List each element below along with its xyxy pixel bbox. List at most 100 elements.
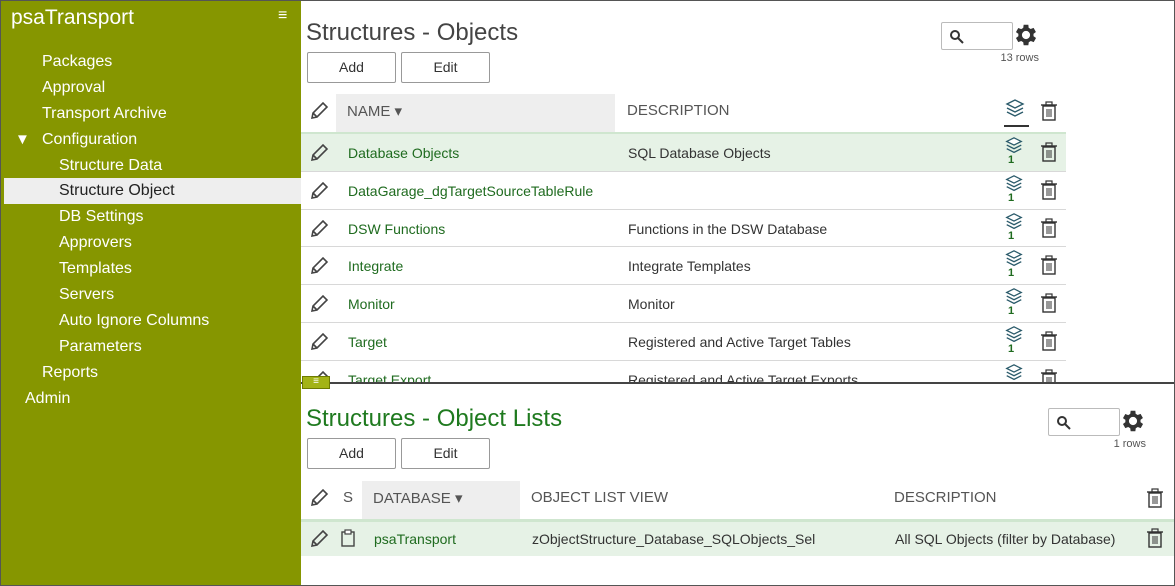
sidebar-item-structure-object[interactable]: Structure Object (4, 178, 301, 205)
edit-column-icon (310, 101, 329, 120)
object-lists-edit-button[interactable]: Edit (401, 438, 490, 469)
layer-count: 1 (1008, 267, 1015, 280)
layers-icon[interactable] (1004, 325, 1024, 345)
app-title: psaTransport (11, 6, 134, 29)
row-name-link[interactable]: DSW Functions (348, 221, 445, 237)
layer-count: 1 (1008, 229, 1015, 242)
table-row[interactable]: DSW Functions Functions in the DSW Datab… (301, 210, 1066, 248)
sidebar-item-admin[interactable]: Admin (1, 386, 301, 412)
splitter-grip-icon[interactable]: ≡ (302, 376, 330, 389)
row-database-link[interactable]: psaTransport (374, 531, 456, 547)
objects-add-button[interactable]: Add (307, 52, 396, 83)
edit-pencil-icon[interactable] (308, 331, 330, 353)
row-name-link[interactable]: Database Objects (348, 145, 459, 161)
table-row[interactable]: Monitor Monitor 1 (301, 285, 1066, 323)
sidebar-item-reports[interactable]: Reports (1, 360, 301, 386)
sidebar-item-db-settings[interactable]: DB Settings (1, 204, 301, 230)
database-column-header[interactable]: DATABASE ▾ (373, 489, 463, 507)
object-lists-add-button[interactable]: Add (307, 438, 396, 469)
trash-icon[interactable] (1038, 100, 1060, 122)
sidebar-item-label: Configuration (42, 130, 138, 148)
edit-pencil-icon[interactable] (308, 218, 330, 240)
sidebar-item-templates[interactable]: Templates (1, 256, 301, 282)
row-description: SQL Database Objects (628, 145, 771, 161)
sidebar-item-servers[interactable]: Servers (1, 282, 301, 308)
hamburger-icon[interactable]: ≡ (278, 7, 287, 25)
sidebar-item-auto-ignore-columns[interactable]: Auto Ignore Columns (1, 308, 301, 334)
row-description: Registered and Active Target Tables (628, 334, 851, 350)
trash-icon[interactable] (1038, 179, 1060, 201)
s-column-header[interactable]: S (343, 489, 353, 506)
edit-pencil-icon[interactable] (308, 293, 330, 315)
description-column-header[interactable]: DESCRIPTION (894, 489, 997, 506)
sidebar-item-configuration[interactable]: ▼ Configuration (1, 127, 301, 153)
edit-pencil-icon[interactable] (308, 255, 330, 277)
table-row[interactable]: Target Export Registered and Active Targ… (301, 361, 1066, 383)
sidebar-item-approval[interactable]: Approval (1, 75, 301, 101)
row-description: Functions in the DSW Database (628, 220, 828, 237)
expand-triangle-icon[interactable]: ▼ (15, 127, 42, 153)
object-lists-panel-title: Structures - Object Lists (306, 405, 563, 432)
layers-icon[interactable] (1004, 287, 1024, 307)
object-list-view-column-header[interactable]: OBJECT LIST VIEW (531, 489, 668, 506)
table-row[interactable]: psaTransport zObjectStructure_Database_S… (301, 522, 1174, 556)
row-object-list-view: zObjectStructure_Database_SQLObjects_Sel (532, 531, 816, 547)
row-description: All SQL Objects (filter by Database) (895, 531, 1116, 547)
sidebar-item-transport-archive[interactable]: Transport Archive (1, 101, 301, 127)
row-name-link[interactable]: Integrate (348, 258, 403, 274)
row-name-link[interactable]: Monitor (348, 296, 395, 312)
trash-icon[interactable] (1038, 368, 1060, 383)
row-name-link[interactable]: DataGarage_dgTargetSourceTableRule (348, 183, 593, 199)
trash-icon[interactable] (1144, 487, 1166, 509)
layers-icon[interactable] (1004, 98, 1026, 120)
main-content: Structures - Objects Add Edit 13 rows NA… (301, 1, 1174, 585)
panel-splitter[interactable] (301, 382, 1174, 384)
row-name-link[interactable]: Target (348, 334, 387, 350)
layers-icon[interactable] (1004, 363, 1024, 383)
objects-table: Database Objects SQL Database Objects 1 … (301, 134, 1174, 383)
objects-edit-button[interactable]: Edit (401, 52, 490, 83)
row-description: Integrate Templates (628, 258, 751, 275)
trash-icon[interactable] (1038, 254, 1060, 276)
layers-icon[interactable] (1004, 212, 1024, 232)
object-lists-search-input[interactable] (1048, 408, 1120, 436)
table-row[interactable]: Target Registered and Active Target Tabl… (301, 323, 1066, 361)
name-column-header[interactable]: NAME ▾ (347, 102, 402, 120)
trash-icon[interactable] (1038, 292, 1060, 314)
sidebar-item-structure-data[interactable]: Structure Data (1, 153, 301, 179)
sidebar: psaTransport ≡ Packages Approval Transpo… (1, 1, 301, 585)
trash-icon[interactable] (1038, 330, 1060, 352)
sidebar-nav: Packages Approval Transport Archive ▼ Con… (1, 49, 301, 411)
trash-icon[interactable] (1038, 141, 1060, 163)
table-row[interactable]: Database Objects SQL Database Objects 1 (301, 134, 1066, 172)
search-icon (1057, 416, 1071, 430)
description-column-header[interactable]: DESCRIPTION (627, 102, 730, 119)
trash-icon[interactable] (1038, 217, 1060, 239)
layers-icon[interactable] (1004, 249, 1024, 269)
edit-column-icon (310, 488, 329, 507)
gear-icon[interactable] (1012, 21, 1040, 49)
edit-pencil-icon[interactable] (308, 180, 330, 202)
objects-row-count: 13 rows (1000, 52, 1039, 64)
layer-count: 1 (1008, 191, 1015, 204)
gear-icon[interactable] (1119, 407, 1147, 435)
layer-count: 1 (1008, 154, 1015, 166)
edit-pencil-icon[interactable] (308, 528, 330, 550)
search-icon (950, 30, 964, 44)
objects-search-input[interactable] (941, 22, 1013, 50)
edit-pencil-icon[interactable] (308, 142, 330, 164)
layer-count: 1 (1008, 305, 1015, 318)
object-lists-row-count: 1 rows (1113, 438, 1146, 450)
sidebar-item-parameters[interactable]: Parameters (1, 334, 301, 360)
table-row[interactable]: Integrate Integrate Templates 1 (301, 247, 1066, 286)
objects-panel-title: Structures - Objects (306, 19, 519, 46)
sidebar-item-packages[interactable]: Packages (1, 49, 301, 75)
row-description: Monitor (628, 296, 675, 313)
layers-icon[interactable] (1004, 136, 1024, 156)
table-row[interactable]: DataGarage_dgTargetSourceTableRule 1 (301, 172, 1066, 210)
app-window: psaTransport ≡ Packages Approval Transpo… (0, 0, 1175, 586)
clipboard-icon[interactable] (338, 528, 358, 548)
sidebar-item-approvers[interactable]: Approvers (1, 230, 301, 256)
trash-icon[interactable] (1144, 527, 1166, 549)
layers-icon[interactable] (1004, 174, 1024, 194)
